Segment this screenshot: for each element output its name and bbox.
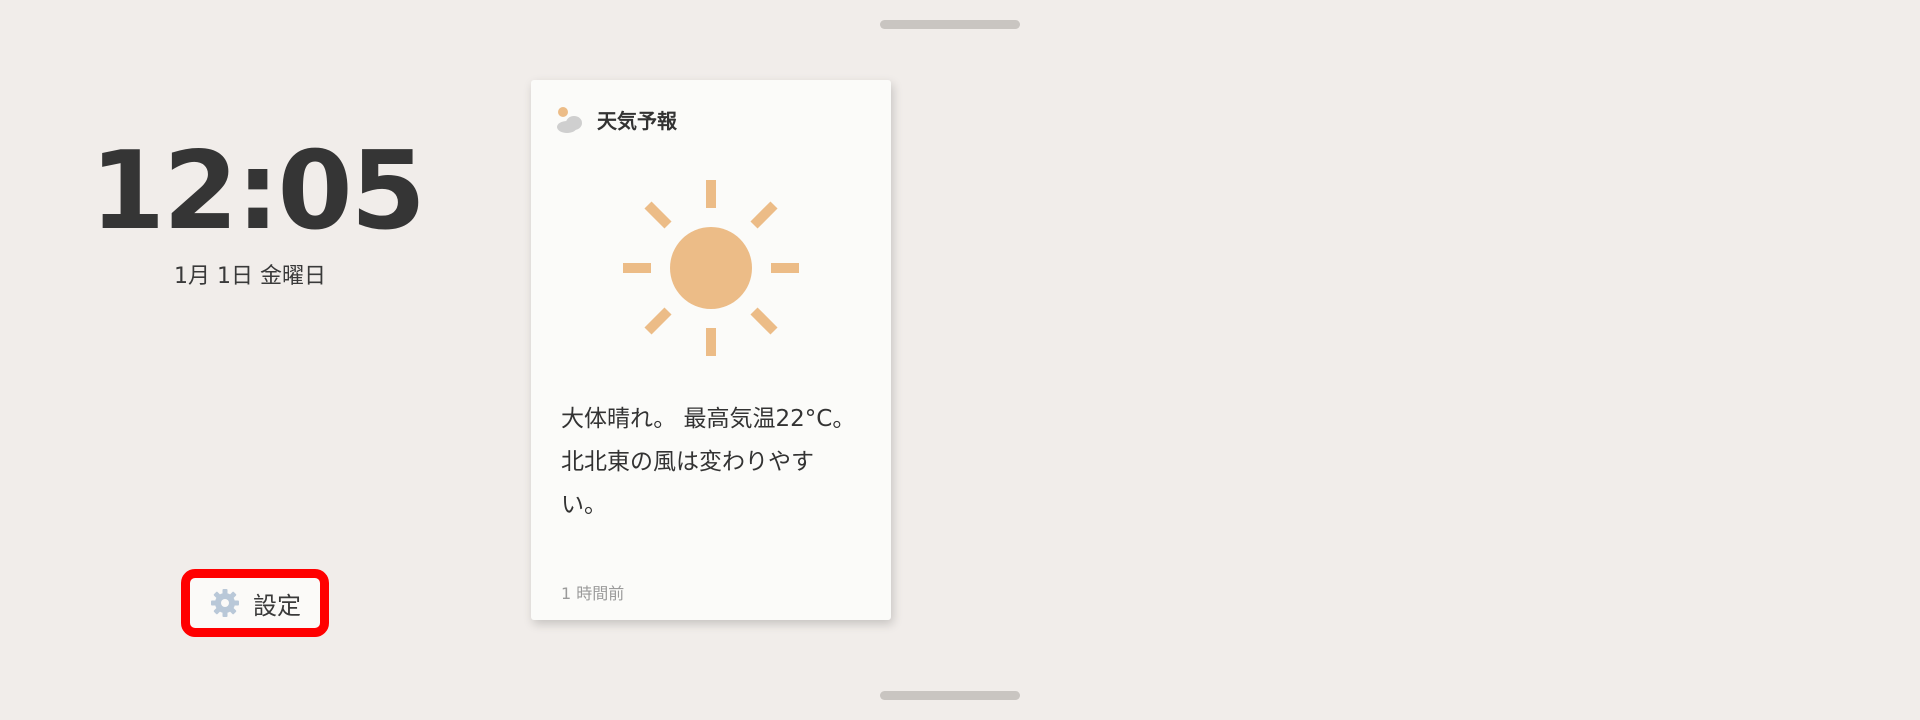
sun-icon xyxy=(623,180,799,356)
weather-description-line: い。 xyxy=(561,492,607,518)
weather-description: 大体晴れ。 最高気温22°C。 北北東の風は変わりやす い。 xyxy=(561,398,871,527)
weather-description-line: 北北東の風は変わりやす xyxy=(561,449,814,475)
weather-card[interactable]: 天気予報 大体晴れ。 最高気温22°C。 北北東の風は変わりやす い。 1 時間… xyxy=(531,80,891,620)
clock-time: 12:05 xyxy=(90,129,426,254)
settings-button[interactable]: 設定 xyxy=(181,569,329,637)
updated-timestamp: 1 時間前 xyxy=(561,584,625,603)
bottom-drag-handle[interactable] xyxy=(880,691,1020,700)
clock-widget: 12:05 1月 1日 金曜日 xyxy=(90,129,426,292)
weather-card-title: 天気予報 xyxy=(597,109,677,133)
gear-icon xyxy=(211,589,239,617)
weather-description-line: 大体晴れ。 最高気温22°C。 xyxy=(561,406,856,432)
settings-label: 設定 xyxy=(253,591,301,620)
partly-cloudy-icon xyxy=(557,106,582,133)
clock-date: 1月 1日 金曜日 xyxy=(174,264,326,289)
top-drag-handle[interactable] xyxy=(880,20,1020,29)
weather-card-header: 天気予報 xyxy=(555,105,677,134)
